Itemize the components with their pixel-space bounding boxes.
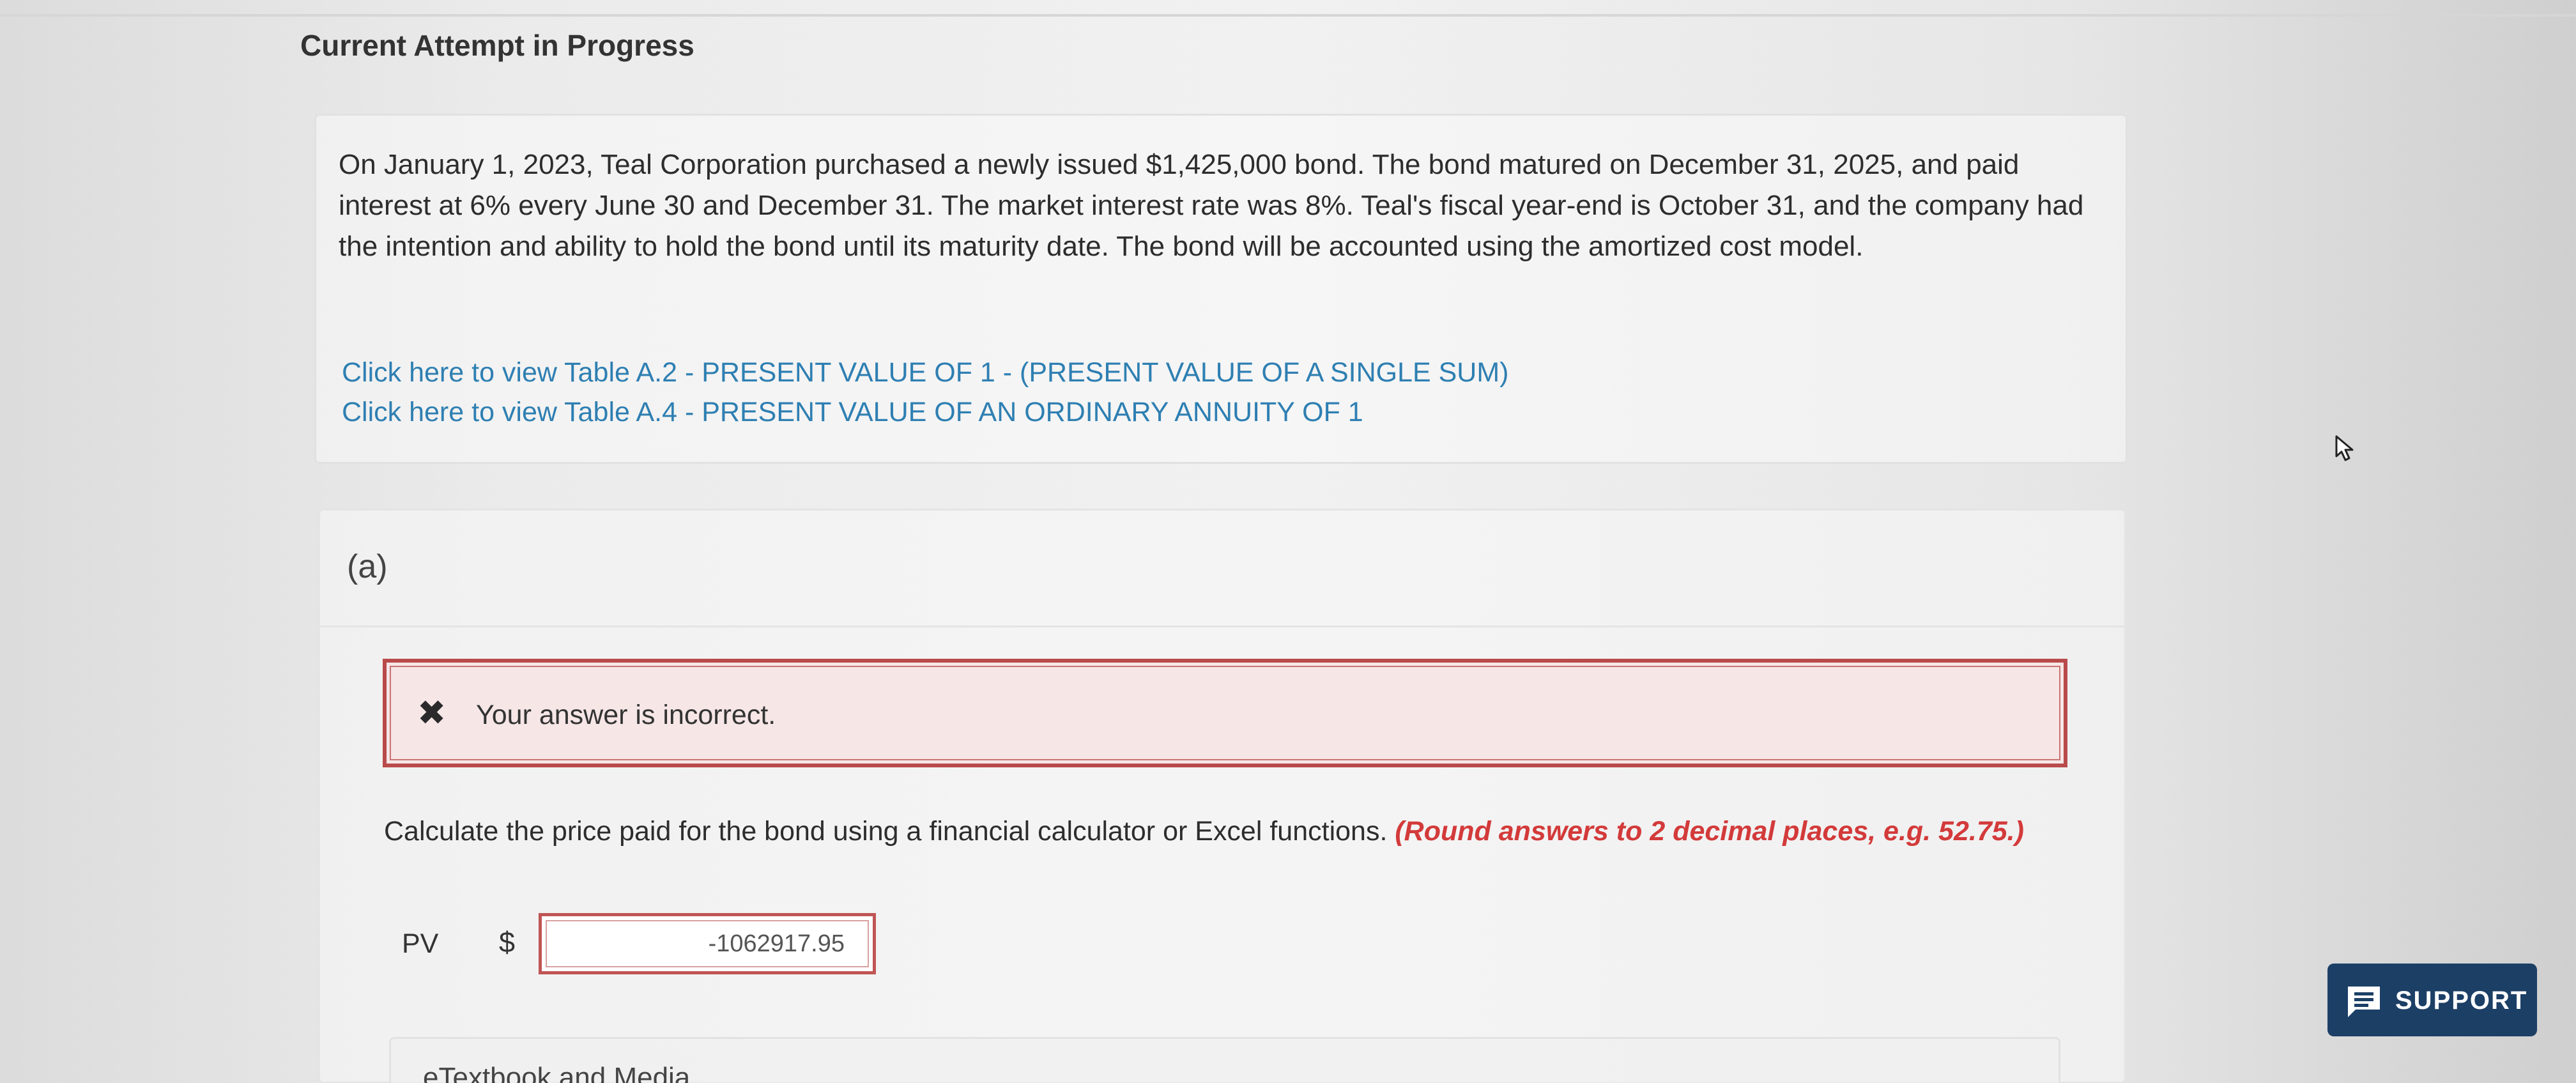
question-text: On January 1, 2023, Teal Corporation pur… xyxy=(339,149,2084,262)
x-icon: ✖ xyxy=(417,694,447,732)
top-divider xyxy=(0,14,2576,17)
incorrect-feedback-banner: ✖ Your answer is incorrect. xyxy=(383,659,2067,767)
part-a-panel: (a) ✖ Your answer is incorrect. Calculat… xyxy=(318,509,2126,1083)
page-title: Current Attempt in Progress xyxy=(300,29,694,62)
support-button[interactable]: SUPPORT xyxy=(2327,964,2537,1036)
question-panel: On January 1, 2023, Teal Corporation pur… xyxy=(314,114,2128,464)
chat-icon xyxy=(2345,984,2382,1023)
feedback-text: Your answer is incorrect. xyxy=(476,700,776,730)
pv-input[interactable] xyxy=(546,920,869,967)
table-a4-link[interactable]: Click here to view Table A.4 - PRESENT V… xyxy=(342,397,1363,428)
instruction-main: Calculate the price paid for the bond us… xyxy=(384,816,1388,847)
support-label: SUPPORT xyxy=(2395,987,2528,1015)
mouse-cursor-icon xyxy=(2334,434,2356,466)
part-header: (a) xyxy=(320,511,2124,627)
etextbook-label[interactable]: eTextbook and Media xyxy=(423,1062,690,1083)
currency-symbol: $ xyxy=(499,926,516,958)
rounding-hint: (Round answers to 2 decimal places, e.g.… xyxy=(1395,816,2024,847)
etextbook-panel: eTextbook and Media xyxy=(389,1037,2060,1083)
pv-label: PV xyxy=(402,928,439,959)
part-label: (a) xyxy=(347,548,388,585)
table-a2-link[interactable]: Click here to view Table A.2 - PRESENT V… xyxy=(342,357,1509,388)
pv-input-frame xyxy=(539,913,876,974)
instruction-text: Calculate the price paid for the bond us… xyxy=(384,816,2024,847)
